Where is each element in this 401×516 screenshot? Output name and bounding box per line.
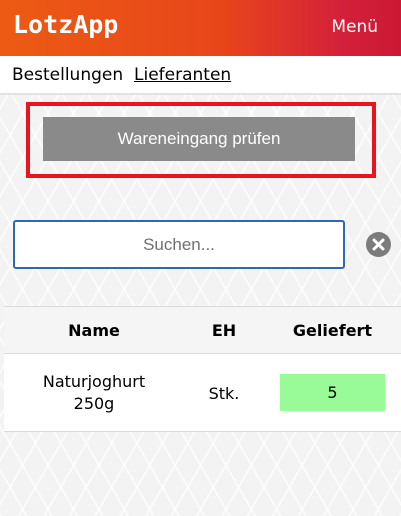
nav-tabs: Bestellungen Lieferanten — [0, 56, 401, 95]
column-header-unit: EH — [211, 321, 237, 340]
column-header-delivered: Geliefert — [292, 321, 373, 340]
app-logo: LotzApp — [13, 10, 119, 39]
delivered-quantity-field[interactable]: 5 — [280, 374, 385, 411]
clear-search-icon[interactable] — [366, 232, 391, 257]
tab-lieferanten[interactable]: Lieferanten — [134, 65, 231, 85]
product-name-line2: 250g — [73, 394, 115, 413]
delivery-table: Name EH Geliefert Naturjoghurt 250g Stk.… — [4, 306, 401, 432]
table-row: Naturjoghurt 250g Stk. 5 — [4, 354, 401, 432]
app-header: LotzApp Menü — [0, 0, 401, 56]
column-header-name: Name — [68, 321, 120, 340]
table-header: Name EH Geliefert — [4, 306, 401, 354]
tab-bestellungen[interactable]: Bestellungen — [12, 65, 123, 85]
check-goods-receipt-button[interactable]: Wareneingang prüfen — [43, 117, 355, 161]
cell-product-name: Naturjoghurt 250g — [29, 371, 159, 415]
product-name-line1: Naturjoghurt — [42, 372, 146, 391]
menu-button[interactable]: Menü — [331, 17, 378, 37]
search-input[interactable] — [13, 220, 345, 269]
close-icon — [372, 238, 385, 251]
cell-unit: Stk. — [208, 384, 240, 403]
